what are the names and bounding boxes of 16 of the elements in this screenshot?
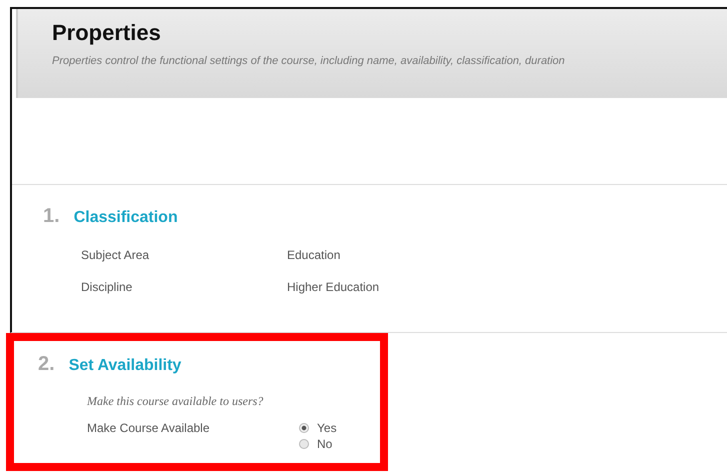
radio-option[interactable]: No [299, 437, 337, 451]
step-number: 2. [38, 353, 55, 376]
field-label: Subject Area [81, 248, 150, 262]
section-prompt: Make this course available to users? [87, 394, 264, 409]
radio-button[interactable] [299, 439, 309, 449]
radio-button[interactable] [299, 423, 309, 433]
field-label: Make Course Available [87, 421, 211, 437]
field-value: Education [287, 248, 340, 262]
section-title: Set Availability [68, 357, 182, 375]
step-number: 1. [43, 205, 60, 228]
page-description: Properties control the functional settings of the course, including name, availability, classification, duration [52, 55, 566, 67]
page-title: Properties [52, 20, 162, 46]
field-label: Discipline [81, 280, 134, 294]
section-title: Classification [74, 209, 178, 227]
radio-option[interactable]: Yes [299, 421, 337, 435]
field-value: Higher Education [287, 280, 380, 294]
